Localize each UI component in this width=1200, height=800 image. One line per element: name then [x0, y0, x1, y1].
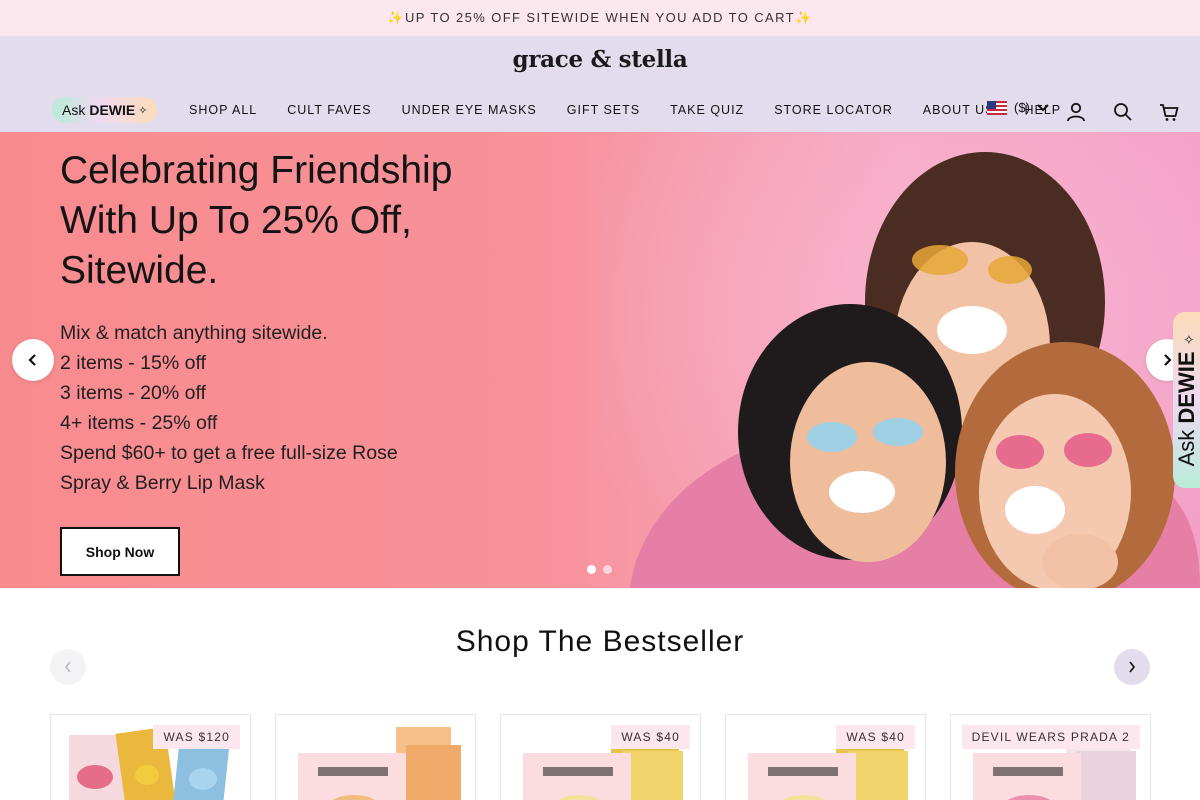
price-badge: WAS $120 — [153, 725, 240, 749]
product-card[interactable]: WAS $40 — [500, 714, 701, 800]
hero-prev-button[interactable] — [12, 339, 54, 381]
nav-about-us[interactable]: ABOUT US — [923, 103, 995, 117]
ask-dewie-button[interactable]: Ask DEWIE ✧ — [52, 97, 158, 123]
hero-image — [600, 132, 1200, 588]
announcement-bar: ✨UP TO 25% OFF SITEWIDE WHEN YOU ADD TO … — [0, 0, 1200, 36]
chevron-right-icon — [1164, 354, 1172, 366]
product-image — [298, 727, 461, 800]
hero-title: Celebrating Friendship With Up To 25% Of… — [60, 149, 453, 292]
side-tab-prefix: Ask — [1173, 429, 1199, 467]
slide-dot-1[interactable] — [587, 565, 596, 574]
ask-dewie-side-tab[interactable]: Ask DEWIE ✧ — [1173, 312, 1200, 488]
hero-banner: Celebrating Friendship With Up To 25% Of… — [0, 132, 1200, 588]
price-badge: WAS $40 — [611, 725, 690, 749]
nav-store-locator[interactable]: STORE LOCATOR — [774, 103, 893, 117]
section-title: Shop The Bestseller — [455, 625, 745, 658]
main-nav: SHOP ALL CULT FAVES UNDER EYE MASKS GIFT… — [189, 103, 1061, 117]
product-card[interactable] — [275, 714, 476, 800]
hero-line: Spend $60+ to get a free full-size Rose — [60, 442, 398, 464]
brand-logo[interactable]: grace & stella — [0, 46, 1200, 73]
currency-label: ($) — [1014, 100, 1030, 115]
chevron-left-icon — [28, 354, 36, 366]
hero-line: 3 items - 20% off — [60, 382, 206, 404]
slide-dot-2[interactable] — [603, 565, 612, 574]
currency-selector[interactable]: ($) — [987, 100, 1050, 115]
carousel-next-button[interactable] — [1114, 649, 1150, 685]
chevron-right-icon — [1129, 661, 1136, 673]
search-icon[interactable] — [1112, 101, 1134, 123]
side-tab-name: DEWIE — [1173, 351, 1199, 424]
sparkle-icon: ✧ — [138, 104, 148, 117]
us-flag-icon — [987, 100, 1007, 115]
slide-indicators — [587, 565, 619, 574]
cart-icon[interactable] — [1158, 101, 1180, 123]
nav-under-eye-masks[interactable]: UNDER EYE MASKS — [402, 103, 537, 117]
ask-dewie-name: DEWIE — [89, 102, 136, 118]
product-card[interactable]: WAS $40 — [725, 714, 926, 800]
product-card[interactable]: WAS $120 — [50, 714, 251, 800]
price-badge: WAS $40 — [836, 725, 915, 749]
carousel-prev-button[interactable] — [50, 649, 86, 685]
site-header: grace & stella Ask DEWIE ✧ SHOP ALL CULT… — [0, 36, 1200, 132]
hero-line: 2 items - 15% off — [60, 352, 206, 374]
hero-line: Mix & match anything sitewide. — [60, 322, 328, 344]
product-card[interactable]: DEVIL WEARS PRADA 2 — [950, 714, 1151, 800]
announcement-text: ✨UP TO 25% OFF SITEWIDE WHEN YOU ADD TO … — [387, 10, 813, 25]
hero-line: Spray & Berry Lip Mask — [60, 472, 265, 494]
account-icon[interactable] — [1065, 101, 1087, 123]
sparkle-icon: ✧ — [1180, 333, 1197, 346]
shop-now-button[interactable]: Shop Now — [60, 527, 180, 576]
nav-take-quiz[interactable]: TAKE QUIZ — [670, 103, 744, 117]
nav-cult-faves[interactable]: CULT FAVES — [287, 103, 371, 117]
hero-line: 4+ items - 25% off — [60, 412, 218, 434]
hero-description: Mix & match anything sitewide. 2 items -… — [60, 318, 440, 498]
chevron-down-icon — [1037, 103, 1049, 111]
nav-shop-all[interactable]: SHOP ALL — [189, 103, 257, 117]
ask-dewie-prefix: Ask — [62, 102, 86, 118]
price-badge: DEVIL WEARS PRADA 2 — [961, 725, 1140, 749]
chevron-left-icon — [64, 661, 71, 673]
nav-gift-sets[interactable]: GIFT SETS — [567, 103, 640, 117]
